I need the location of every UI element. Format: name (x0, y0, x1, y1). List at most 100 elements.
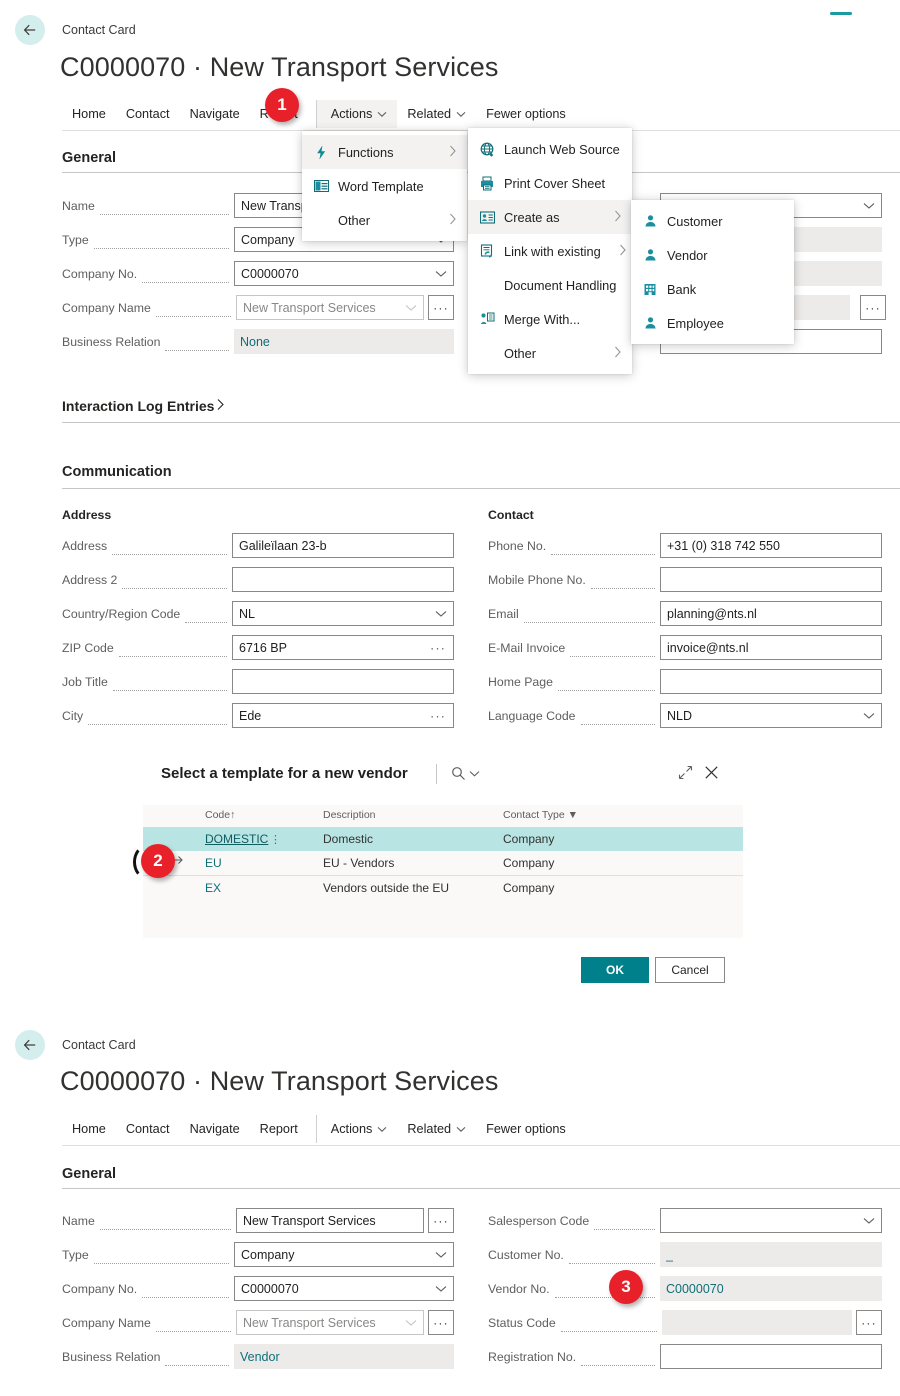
menu-item-create-as[interactable]: Create as (468, 200, 632, 234)
menu-item-word-template[interactable]: Word Template (302, 169, 467, 203)
back-button-bottom[interactable] (15, 1030, 45, 1060)
menu-item-launch-web-source[interactable]: Launch Web Source (468, 132, 632, 166)
template-code-link[interactable]: DOMESTIC (205, 832, 268, 846)
field-phone-no: Phone No. +31 (0) 318 742 550 (488, 533, 882, 558)
breadcrumb-bottom[interactable]: Contact Card (62, 1038, 136, 1052)
menu-item-bank[interactable]: Bank (631, 272, 794, 306)
field-label: ZIP Code (62, 640, 114, 655)
table-row[interactable]: DOMESTIC ⋮ Domestic Company (143, 827, 743, 851)
dialog-close-button[interactable] (704, 765, 719, 785)
dialog-expand-button[interactable] (678, 765, 693, 785)
company-name-lookup-button-bottom[interactable]: ··· (428, 1310, 454, 1335)
chevron-down-icon (435, 267, 447, 281)
back-arrow-icon (23, 1039, 36, 1051)
leader-dots (99, 203, 229, 215)
address-2-input[interactable] (232, 567, 454, 592)
company-no-select-bottom[interactable]: C0000070 (234, 1276, 454, 1301)
menu-item-employee[interactable]: Employee (631, 306, 794, 340)
mobile-phone-no-input[interactable] (660, 567, 882, 592)
company-no-select-top[interactable]: C0000070 (234, 261, 454, 286)
cell-code[interactable]: EX (143, 876, 323, 901)
email-invoice-input[interactable]: invoice@nts.nl (660, 635, 882, 660)
company-name-select-bottom[interactable]: New Transport Services (236, 1310, 424, 1335)
menu-item-actions[interactable]: Actions (315, 1115, 398, 1143)
menu-item-merge-with[interactable]: Merge With... (468, 302, 632, 336)
menu-item-home[interactable]: Home (62, 1115, 116, 1143)
leader-dots (560, 1320, 657, 1332)
menu-item-contact[interactable]: Contact (116, 1115, 180, 1143)
phone-no-input[interactable]: +31 (0) 318 742 550 (660, 533, 882, 558)
menu-item-contact[interactable]: Contact (116, 100, 180, 128)
menu-item-related[interactable]: Related (397, 100, 476, 128)
cancel-button[interactable]: Cancel (655, 957, 725, 983)
leader-dots (551, 543, 655, 555)
menu-item-fewer-options[interactable]: Fewer options (476, 100, 576, 128)
table-row[interactable]: EX Vendors outside the EU Company (143, 876, 743, 901)
ok-button[interactable]: OK (581, 957, 649, 983)
address-subheading: Address (62, 508, 112, 522)
salesperson-code-select[interactable] (660, 1208, 882, 1233)
menu-item-vendor[interactable]: Vendor (631, 238, 794, 272)
menu-item-functions[interactable]: Functions (302, 135, 467, 169)
cell-code[interactable]: DOMESTIC ⋮ (143, 827, 323, 851)
column-header-description[interactable]: Description (323, 805, 503, 827)
template-code-link[interactable]: EU (205, 856, 222, 870)
type-select-bottom[interactable]: Company (234, 1242, 454, 1267)
menu-item-home[interactable]: Home (62, 100, 116, 128)
column-header-code[interactable]: Code↑ (143, 805, 323, 827)
leader-dots (112, 543, 227, 555)
menu-item-navigate[interactable]: Navigate (180, 100, 250, 128)
company-no-value: C0000070 (241, 1281, 299, 1296)
company-name-select-top[interactable]: New Transport Services (236, 295, 424, 320)
interaction-log-entries-link[interactable]: Interaction Log Entries (62, 398, 225, 414)
back-button-top[interactable] (15, 15, 45, 45)
lookup-ellipsis-icon[interactable]: ··· (430, 709, 446, 722)
home-page-input[interactable] (660, 669, 882, 694)
field-label: Business Relation (62, 1349, 161, 1364)
menu-item-link-with-existing[interactable]: Link with existing (468, 234, 632, 268)
status-code-lookup-button[interactable]: ··· (856, 1310, 882, 1335)
language-code-select[interactable]: NLD (660, 703, 882, 728)
field-status-code: Status Code ··· (488, 1310, 882, 1335)
name-input-bottom[interactable]: New Transport Services (236, 1208, 424, 1233)
type-select-value: Company (241, 1247, 295, 1262)
address-input[interactable]: Galileïlaan 23-b (232, 533, 454, 558)
chevron-down-icon (456, 1122, 466, 1136)
business-relation-text: Vendor (240, 1349, 280, 1364)
table-row[interactable]: EU EU - Vendors Company (143, 851, 743, 876)
column-header-contact-type[interactable]: Contact Type ▼ (503, 805, 743, 827)
company-no-value: C0000070 (241, 266, 299, 281)
name-lookup-button-bottom[interactable]: ··· (428, 1208, 454, 1233)
chevron-down-icon (377, 1122, 387, 1136)
registration-no-input[interactable] (660, 1344, 882, 1369)
right-field-4-lookup-top[interactable]: ··· (860, 295, 886, 320)
country-region-code-select[interactable]: NL (232, 601, 454, 626)
job-title-input[interactable] (232, 669, 454, 694)
menu-item-other-functions[interactable]: Other (468, 336, 632, 370)
template-code-link[interactable]: EX (205, 881, 221, 895)
email-input[interactable]: planning@nts.nl (660, 601, 882, 626)
menu-item-navigate[interactable]: Navigate (180, 1115, 250, 1143)
leader-dots (142, 1286, 229, 1298)
menu-item-report[interactable]: Report (250, 1115, 308, 1143)
zip-code-input[interactable]: 6716 BP ··· (232, 635, 454, 660)
menu-item-print-cover-sheet[interactable]: Print Cover Sheet (468, 166, 632, 200)
email-invoice-value: invoice@nts.nl (667, 640, 749, 655)
city-input[interactable]: Ede ··· (232, 703, 454, 728)
menu-item-other-actions[interactable]: Other (302, 203, 467, 237)
row-kebab-menu-icon[interactable]: ⋮ (270, 833, 281, 846)
menu-item-functions-label: Functions (338, 144, 394, 160)
menu-item-fewer-options[interactable]: Fewer options (476, 1115, 576, 1143)
menu-item-related[interactable]: Related (397, 1115, 476, 1143)
dialog-search-button[interactable] (451, 766, 480, 781)
menu-item-customer[interactable]: Customer (631, 204, 794, 238)
breadcrumb-top[interactable]: Contact Card (62, 23, 136, 37)
company-name-lookup-button-top[interactable]: ··· (428, 295, 454, 320)
name-input-value: New Transport Services (243, 1213, 376, 1228)
menu-item-document-handling[interactable]: Document Handling (468, 268, 632, 302)
menu-item-actions[interactable]: Actions (315, 100, 398, 128)
lookup-ellipsis-icon[interactable]: ··· (430, 641, 446, 654)
field-label: Type (62, 1247, 89, 1262)
city-value: Ede (239, 708, 262, 723)
chevron-down-icon (405, 1316, 417, 1330)
